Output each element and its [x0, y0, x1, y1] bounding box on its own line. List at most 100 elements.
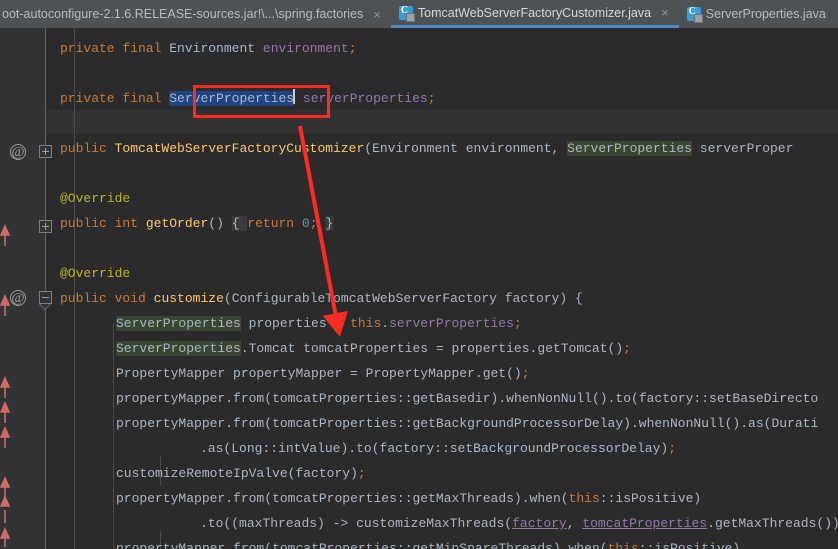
code-token: . [225, 491, 234, 506]
code-editor[interactable]: @ @ private final Environment environmen… [0, 28, 838, 549]
tab-tomcatwebserverfactorycustomizer[interactable]: TomcatWebServerFactoryCustomizer.java × [390, 0, 679, 28]
code-token: serverProper [699, 141, 794, 156]
code-token: factory [638, 391, 694, 406]
code-token: ConfigurableTomcatWebServerFactory [231, 291, 497, 306]
code-token: final [122, 91, 162, 106]
code-token: public [60, 216, 107, 231]
code-token: ( [264, 391, 273, 406]
code-content[interactable]: private final Environment environment; pr… [0, 28, 838, 549]
code-token: properties [248, 316, 327, 331]
code-token: getBasedir [412, 391, 491, 406]
code-token: factory [379, 441, 435, 456]
tab-spring-factories[interactable]: oot-autoconfigure-2.1.6.RELEASE-sources.… [0, 0, 391, 28]
close-icon[interactable]: × [657, 6, 673, 19]
code-token: tomcatProperties [303, 341, 429, 356]
code-token: getBackgroundProcessorDelay [412, 416, 624, 431]
code-token: getTomcat [537, 341, 608, 356]
code-token: propertyMapper [233, 366, 343, 381]
code-token: :: [396, 416, 413, 431]
code-token: () [208, 216, 224, 231]
code-token: . [707, 516, 715, 531]
code-token: Environment [372, 141, 458, 156]
code-token: tomcatProperties [582, 516, 708, 531]
close-icon[interactable]: × [369, 8, 385, 21]
code-token: public [60, 141, 107, 156]
code-token: ( [264, 491, 273, 506]
code-token: ; [427, 91, 436, 106]
code-line: ServerProperties properties = this.serve… [116, 312, 522, 336]
code-token: environment [262, 41, 349, 56]
code-token: intValue [278, 441, 341, 456]
java-class-icon [398, 5, 415, 22]
code-token: isPositive [615, 491, 694, 506]
code-token: . [200, 516, 208, 531]
code-token: ( [504, 516, 513, 531]
code-token: = [342, 366, 366, 381]
code-token: ) [559, 291, 575, 306]
tab-serverproperties[interactable]: ServerProperties.java [678, 0, 838, 28]
code-token: customizeRemoteIpValve [116, 466, 288, 481]
code-token: ) [513, 491, 522, 506]
code-token: ( [264, 416, 273, 431]
code-token: getMaxThreads [412, 491, 514, 506]
code-line: public void customize(ConfigurableTomcat… [60, 287, 583, 311]
code-token: from [233, 541, 265, 549]
code-token: tomcatProperties [272, 541, 397, 549]
code-token: . [630, 416, 639, 431]
code-token: ( [560, 491, 569, 506]
code-token: :: [638, 541, 655, 549]
code-token: :: [396, 541, 413, 549]
code-token: propertyMapper [116, 491, 226, 506]
code-token: to [615, 391, 631, 406]
code-line: propertyMapper.from ( tomcatProperties::ge… [116, 537, 740, 549]
code-token: Environment [169, 41, 256, 56]
code-token: maxThreads [239, 516, 318, 531]
code-token: getMaxThreads [714, 516, 817, 531]
code-token: serverProperties [302, 91, 428, 106]
code-token: this [568, 491, 600, 506]
code-token: . [521, 491, 530, 506]
code-token: public [60, 291, 107, 306]
code-token: ( [631, 391, 639, 406]
code-token: propertyMapper [116, 541, 226, 549]
code-token: ; [623, 341, 631, 356]
code-token: getOrder [145, 216, 209, 231]
code-token: (( [223, 516, 240, 531]
code-token: :: [262, 441, 279, 456]
code-token: ; [668, 441, 677, 456]
code-token: tomcatProperties [272, 391, 397, 406]
tab-label: oot-autoconfigure-2.1.6.RELEASE-sources.… [2, 7, 364, 21]
code-line: @Override [60, 262, 130, 286]
code-token: ) [693, 491, 702, 506]
code-token: ; [309, 216, 318, 231]
code-token: return [247, 216, 295, 231]
code-token: () [724, 416, 741, 431]
code-token: :: [693, 391, 710, 406]
code-line: private final Environment environment; [60, 37, 357, 61]
code-token: ; [513, 316, 522, 331]
editor-tab-bar: oot-autoconfigure-2.1.6.RELEASE-sources.… [0, 0, 838, 28]
code-token: from [233, 416, 265, 431]
code-token: ; [357, 466, 366, 481]
code-token: whenNonNull [638, 416, 725, 431]
code-token: () [591, 391, 608, 406]
code-token: . [225, 541, 234, 549]
code-token: . [498, 391, 507, 406]
code-token: 0 [301, 216, 310, 231]
code-token: ServerProperties [169, 91, 295, 106]
code-token: when [529, 491, 561, 506]
code-token: TomcatWebServerFactoryCustomizer [114, 141, 365, 156]
code-token: ( [223, 291, 232, 306]
code-token: final [122, 41, 162, 56]
code-token: . [474, 366, 483, 381]
code-token: as [748, 416, 764, 431]
code-token: . [740, 416, 749, 431]
code-token: . [225, 416, 234, 431]
code-token: ( [599, 541, 608, 549]
code-token: tomcatProperties [272, 416, 397, 431]
code-token: getMinSpareThreads [412, 541, 553, 549]
